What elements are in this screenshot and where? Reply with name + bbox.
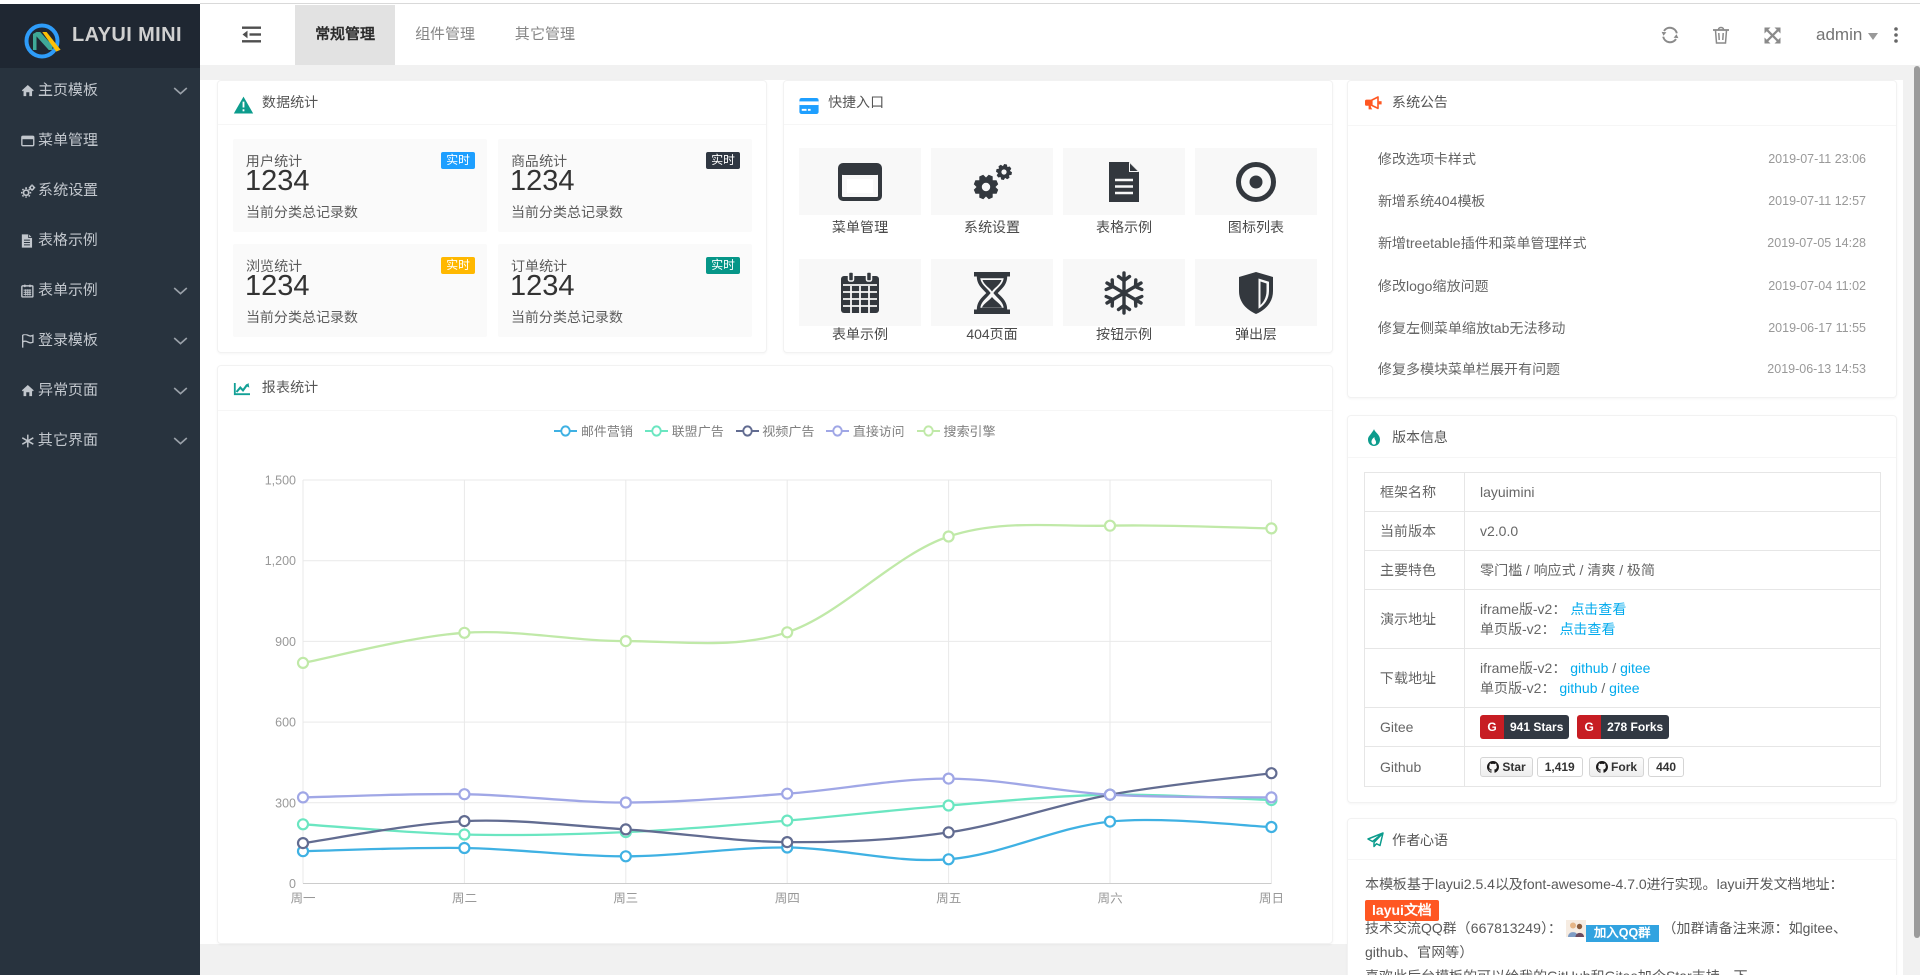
svg-text:0: 0 — [289, 877, 296, 891]
svg-text:周一: 周一 — [290, 892, 315, 906]
svg-text:300: 300 — [275, 796, 296, 810]
svg-text:周四: 周四 — [775, 892, 800, 906]
svg-text:1,200: 1,200 — [265, 554, 296, 568]
svg-text:周五: 周五 — [936, 892, 961, 906]
svg-text:周六: 周六 — [1097, 892, 1123, 906]
svg-text:周三: 周三 — [613, 892, 638, 906]
svg-text:周日: 周日 — [1259, 892, 1284, 906]
svg-text:600: 600 — [275, 716, 296, 730]
svg-text:1,500: 1,500 — [265, 474, 296, 488]
svg-text:900: 900 — [275, 635, 296, 649]
svg-text:周二: 周二 — [452, 892, 477, 906]
